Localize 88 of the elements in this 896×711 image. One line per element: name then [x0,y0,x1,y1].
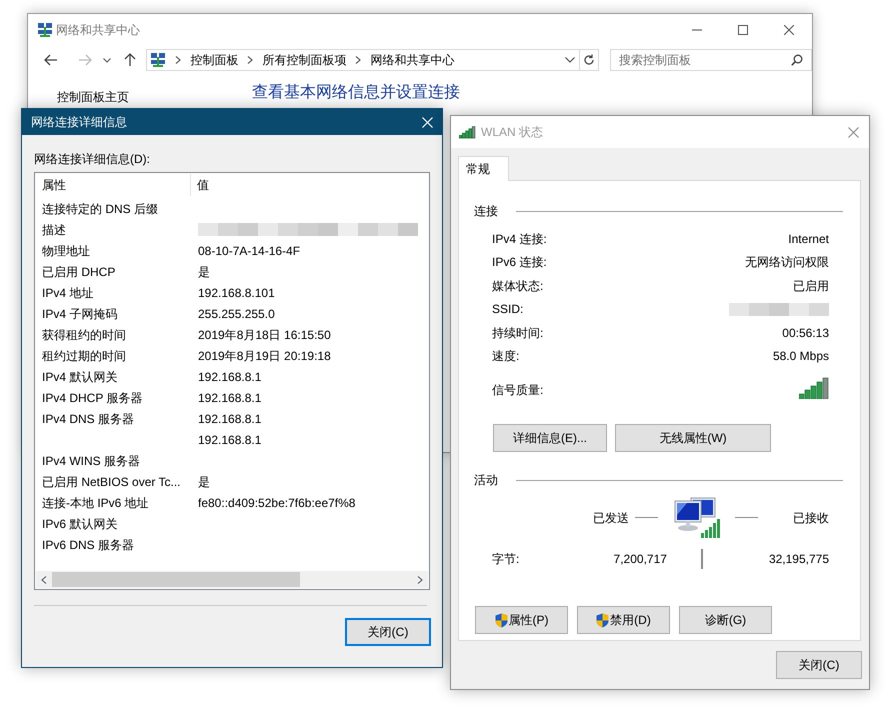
table-cell: 连接-本地 IPv6 地址 [42,496,149,510]
table-cell: 描述 [42,222,66,236]
network-icon [37,22,53,38]
signal-icon [459,126,476,138]
table-cell: 192.168.8.1 [198,432,262,446]
table-cell: 08-10-7A-14-16-4F [198,244,300,258]
table-cell: 是 [198,474,210,488]
chevron-down-icon[interactable] [102,58,111,62]
table-cell: 192.168.8.101 [198,286,275,300]
window-title: 网络连接详细信息 [31,114,127,131]
horizontal-scrollbar[interactable] [36,571,428,588]
table-cell: 已启用 DHCP [42,264,116,278]
table-cell: IPv4 DHCP 服务器 [42,390,142,404]
dialog-button[interactable]: 详细信息(E)... [493,424,607,452]
up-arrow-icon[interactable] [124,53,136,67]
field-label: IPv6 连接: [492,254,547,272]
breadcrumb-item[interactable]: 网络和共享中心 [370,51,454,69]
field-value: 58.0 Mbps [772,349,829,364]
table-cell: 192.168.8.1 [198,370,262,384]
signal-strength-icon [799,377,829,399]
table-cell: IPv4 子网掩码 [42,306,118,320]
table-cell: 是 [198,264,210,278]
field-value: 00:56:13 [782,326,829,340]
close-button[interactable]: 关闭(C) [345,618,431,646]
dialog-button[interactable]: 禁用(D) [577,606,670,634]
table-cell: IPv4 WINS 服务器 [42,454,140,468]
table-cell: IPv4 DNS 服务器 [42,412,134,426]
network-computers-icon [673,495,721,540]
close-icon[interactable] [784,25,794,35]
refresh-icon [582,54,595,66]
breadcrumb-item[interactable]: 控制面板 [190,51,238,69]
close-button[interactable]: 关闭(C) [776,651,862,679]
field-label: 字节: [492,551,520,568]
scrollbar-thumb[interactable] [52,572,300,587]
table-cell: 获得租约的时间 [42,328,126,342]
table-cell: 已启用 NetBIOS over Tc... [42,474,180,488]
chevron-right-icon [355,56,362,64]
scroll-right-icon[interactable] [417,576,423,584]
table-cell: 2019年8月19日 20:19:18 [198,348,331,362]
table-cell: 连接特定的 DNS 后缀 [42,202,158,216]
column-header[interactable]: 属性 [35,174,191,196]
breadcrumb-item[interactable]: 所有控制面板项 [262,51,346,69]
field-label: 速度: [492,348,520,366]
dialog-button[interactable]: 无线属性(W) [615,424,771,452]
table-cell: fe80::d409:52be:7f6b:ee7f%8 [198,496,356,510]
field-label: 持续时间: [492,324,544,342]
back-arrow-icon[interactable] [44,54,58,66]
column-header[interactable]: 值 [191,176,209,194]
table-cell: IPv4 地址 [42,286,94,300]
table-cell: 物理地址 [42,244,90,258]
field-value: 32,195,775 [768,551,829,568]
chevron-down-icon[interactable] [564,57,575,63]
dialog-button[interactable]: 属性(P) [475,606,568,634]
table-cell: 租约过期的时间 [42,348,126,362]
field-label: SSID: [492,301,524,318]
network-icon [150,52,166,68]
chevron-right-icon [175,56,182,64]
tab[interactable]: 常规 [458,156,509,181]
field-value: 无网络访问权限 [745,255,829,270]
group-heading: 活动 [474,472,498,489]
activity-label: 已发送 [593,510,629,526]
page-heading: 查看基本网络信息并设置连接 [252,82,460,103]
scroll-left-icon[interactable] [41,576,47,584]
table-cell: 192.168.8.1 [198,390,262,404]
maximize-icon[interactable] [738,25,748,35]
table-cell: IPv6 默认网关 [42,516,118,530]
table-cell: 192.168.8.1 [198,412,262,426]
address-bar[interactable]: 控制面板 所有控制面板项 网络和共享中心 [146,49,599,71]
window-title: WLAN 状态 [481,124,544,141]
field-label: 信号质量: [492,382,544,399]
table-cell: IPv4 默认网关 [42,370,118,384]
search-icon [790,54,803,66]
field-value: 已启用 [793,278,829,293]
search-field[interactable]: 搜索控制面板 [610,49,812,71]
table-cell: 2019年8月18日 16:15:50 [198,328,331,342]
list-label: 网络连接详细信息(D): [34,152,151,167]
field-label: 媒体状态: [492,278,544,295]
chevron-right-icon [247,56,254,64]
table-cell: IPv6 DNS 服务器 [42,538,134,552]
group-heading: 连接 [474,203,498,220]
field-value: 7,200,717 [614,551,667,568]
field-value: Internet [788,232,829,246]
dialog-button[interactable]: 诊断(G) [679,606,772,634]
field-label: IPv4 连接: [492,230,547,248]
window-title: 网络和共享中心 [56,22,140,39]
sidebar-link[interactable]: 控制面板主页 [57,88,252,106]
activity-label: 已接收 [793,510,829,526]
table-cell: 255.255.255.0 [198,306,275,320]
